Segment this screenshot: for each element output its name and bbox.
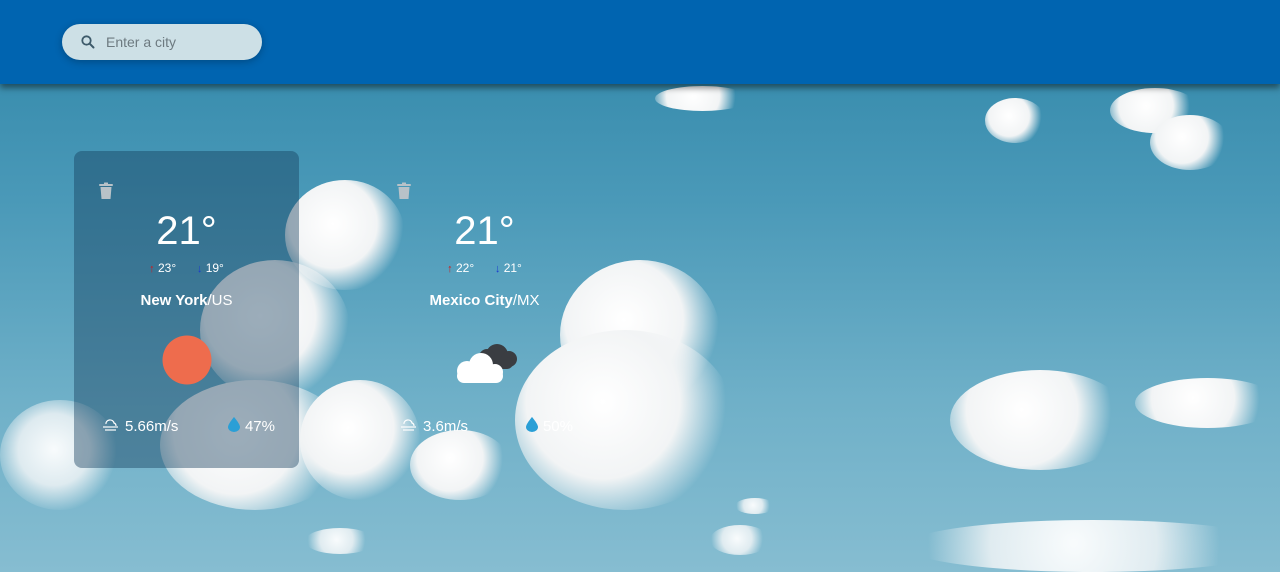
country-code: /US [207,292,233,309]
wind-icon [102,418,120,436]
humidity-stat: 47% [227,417,275,436]
top-bar [0,0,1280,84]
arrow-up-icon: ↑ [149,263,155,275]
max-temp: 22° [456,261,475,275]
humidity-stat: 50% [525,417,573,436]
weather-card: 21° ↑ 22° ↓ 21° Mexico City/MX 3.6m/s 50… [372,151,597,468]
cloudy-icon [449,339,521,390]
temperature: 21° [156,209,217,253]
wind-stat: 5.66m/s [102,417,178,436]
city-name: Mexico City [429,292,513,309]
arrow-up-icon: ↑ [447,263,453,275]
location: New York/US [74,292,299,309]
city-search-input[interactable] [104,33,258,51]
stats-row: 3.6m/s 50% [400,417,573,436]
humidity-value: 50% [542,418,573,435]
temp-range: ↑ 22° ↓ 21° [372,261,597,275]
wind-stat: 3.6m/s [400,417,468,436]
arrow-down-icon: ↓ [196,263,203,275]
stats-row: 5.66m/s 47% [102,417,275,436]
city-name: New York [140,292,208,309]
trash-icon[interactable] [396,182,412,200]
humidity-value: 47% [244,418,275,435]
max-temp: 23° [158,261,177,275]
search-icon [80,34,96,50]
wind-speed: 3.6m/s [423,418,469,435]
water-drop-icon [525,417,538,436]
trash-icon[interactable] [98,182,114,200]
min-temp: 19° [205,261,224,275]
country-code: /MX [512,292,540,309]
temp-range: ↑ 23° ↓ 19° [74,261,299,275]
search-box[interactable] [62,24,262,60]
water-drop-icon [227,417,240,436]
min-temp: 21° [503,261,522,275]
sun-icon [162,335,212,390]
temperature: 21° [454,209,515,253]
wind-icon [400,418,418,436]
location: Mexico City/MX [372,292,597,309]
weather-card: 21° ↑ 23° ↓ 19° New York/US 5.66m/s 47% [74,151,299,468]
wind-speed: 5.66m/s [125,418,179,435]
arrow-down-icon: ↓ [494,263,501,275]
